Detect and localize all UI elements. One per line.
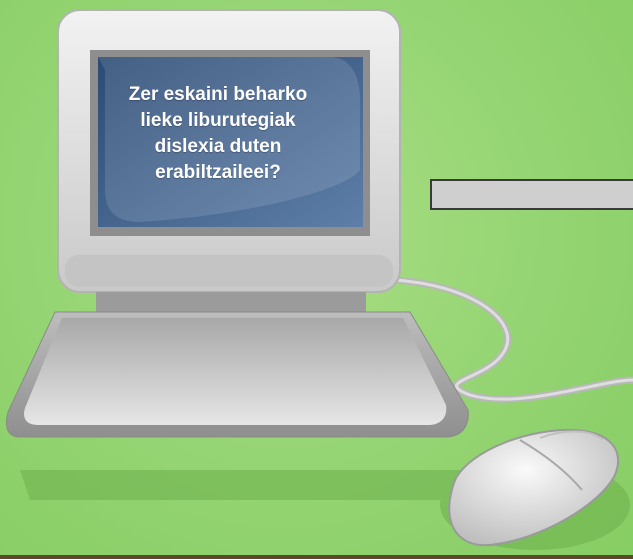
question-line: lieke liburutegiak <box>140 110 296 131</box>
bottom-divider <box>0 555 633 559</box>
question-line: Zer eskaini beharko <box>128 84 308 105</box>
gray-bar <box>430 179 633 210</box>
question-line: erabiltzaileei? <box>155 162 281 183</box>
keyboard <box>6 311 469 438</box>
screen-question: Zer eskaini beharko lieke liburutegiak d… <box>108 82 328 186</box>
question-line: dislexia duten <box>154 136 282 157</box>
